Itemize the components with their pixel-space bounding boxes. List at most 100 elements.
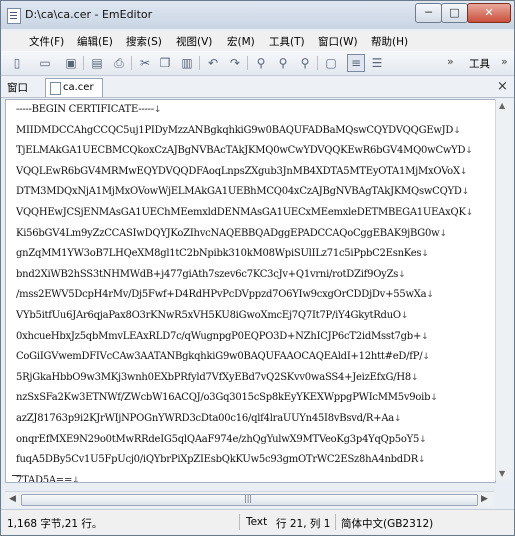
status-separator <box>239 514 240 530</box>
tab-ca-cer[interactable]: ca.cer <box>45 78 103 97</box>
line-end-marker-icon: ↓ <box>421 331 429 342</box>
highlight-icon[interactable]: ▢ <box>323 55 339 71</box>
wrap-none-icon[interactable]: ≡ <box>347 54 365 72</box>
document-icon <box>7 8 21 24</box>
tools-toolbar-label[interactable]: 工具 <box>469 56 490 71</box>
menu-file[interactable]: 文件(F) <box>29 34 64 49</box>
toolbar-separator <box>83 56 84 70</box>
line-text: bnd2XiWB2hSS3tNHMWdB+j477giAth7szev6c7KC… <box>16 268 399 280</box>
status-bar: 1,168 字节,21 行。 Text 行 21, 列 1 简体中文(GB231… <box>1 509 514 534</box>
line-text: -----BEGIN CERTIFICATE----- <box>16 104 154 115</box>
editor-line[interactable]: CoGiIGVwemDFIVcCAw3AATANBgkqhkiG9w0BAQUF… <box>16 347 494 368</box>
line-end-marker-icon: ↓ <box>459 166 468 177</box>
close-tab-icon[interactable]: × <box>497 79 508 94</box>
line-end-marker-icon: ↓ <box>430 393 438 404</box>
window-list-label[interactable]: 窗口 <box>7 80 28 95</box>
editor-line[interactable]: gnZqMM1YW3oB7LHQeXM8gl1tC2bNpibk310kM08W… <box>16 244 494 265</box>
editor-line[interactable]: 7TAD5A==↓ <box>16 471 494 483</box>
minimize-button[interactable]: ─ <box>415 3 442 23</box>
line-text: onqrEfMXE9N29o0tMwRRdeIG5qlQAaF974e/zhQg… <box>16 433 420 445</box>
line-text: 5RjGkaHbbO9w3MKj3wnh0EXbPRfyld7VfXyEBd7v… <box>16 371 411 383</box>
paste-icon[interactable]: ▥ <box>179 55 195 71</box>
editor-line[interactable]: DTM3MDQxNjA1MjMxOVowWjELMAkGA1UEBhMCQ04x… <box>16 182 494 203</box>
scroll-left-arrow-icon[interactable]: ◀ <box>9 494 16 504</box>
editor-line[interactable]: 0xhcueHbxJz5qbMmvLEAxRLD7c/qWugnpgP0EQPO… <box>16 327 494 348</box>
save-icon[interactable]: ▣ <box>63 55 79 71</box>
editor-window: D:\ca\ca.cer - EmEditor ─ □ ✕ 文件(F) 编辑(E… <box>0 0 515 536</box>
line-end-marker-icon: ↓ <box>400 310 409 321</box>
line-text: azZJ81763p9i2KJrWIjNPOGnYWRD3cDta00c16/q… <box>16 412 395 424</box>
editor-line[interactable]: azZJ81763p9i2KJrWIjNPOGnYWRD3cDta00c16/q… <box>16 409 494 430</box>
line-end-marker-icon: ↓ <box>465 207 474 218</box>
line-text: 7TAD5A== <box>16 474 73 483</box>
line-text: TjELMAkGA1UECBMCQkoxCzAJBgNVBAcTAkJKMQ0w… <box>16 145 466 157</box>
menu-search[interactable]: 搜索(S) <box>126 34 162 49</box>
editor-line[interactable]: VQQHEwJCSjENMAsGA1UEChMEemxldDENMAsGA1UE… <box>16 203 494 224</box>
editor-line[interactable]: onqrEfMXE9N29o0tMwRRdeIG5qlQAaF974e/zhQg… <box>16 430 494 451</box>
find-icon[interactable]: ⚲ <box>253 55 269 71</box>
editor-line[interactable]: -----BEGIN CERTIFICATE-----↓ <box>16 100 494 121</box>
maximize-button[interactable]: □ <box>441 3 468 23</box>
status-position: 行 21, 列 1 <box>276 518 331 530</box>
tab-bar: 窗口 ca.cer × <box>1 77 514 98</box>
line-end-marker-icon: ↓ <box>394 413 402 424</box>
line-text: VQQLEwR6bGV4MRMwEQYDVQQDFAoqLnpsZXgub3Jn… <box>16 165 460 177</box>
menu-help[interactable]: 帮助(H) <box>371 34 408 49</box>
editor-line[interactable]: 5RjGkaHbbO9w3MKj3wnh0EXbPRfyld7VfXyEBd7v… <box>16 368 494 389</box>
toolbar: ▯ ▭ ▣ ▤ ⎙ ✂ ❐ ▥ ↶ ↷ ⚲ ⚲ ⚲ ▢ ≡ ☰ » 工具 » <box>1 51 514 76</box>
menu-view[interactable]: 视图(V) <box>176 34 212 49</box>
horizontal-scroll-thumb[interactable]: ||| <box>21 494 478 506</box>
editor-line[interactable]: VQQLEwR6bGV4MRMwEQYDVQQDFAoqLnpsZXgub3Jn… <box>16 162 494 183</box>
menu-macro[interactable]: 宏(M) <box>227 34 255 49</box>
line-text: Ki56bGV4Lm9yZzCCASIwDQYJKoZIhvcNAQEBBQAD… <box>16 227 440 239</box>
editor-line[interactable]: VYb5itfUu6JAr6qjaPax8O3rKNwR5xVH5KU8iGwo… <box>16 306 494 327</box>
new-file-icon[interactable]: ▯ <box>9 55 25 71</box>
line-end-marker-icon: ↓ <box>421 249 429 260</box>
editor-line[interactable]: /mss2EWV5DcpH4rMv/Dj5Fwf+D4RdHPvPcDVppzd… <box>16 285 494 306</box>
toolbar-overflow-chevron-icon[interactable]: » <box>447 55 454 68</box>
text-editor[interactable]: -----BEGIN CERTIFICATE-----↓ MIIDMDCCAhgC… <box>5 99 496 483</box>
editor-line[interactable]: Ki56bGV4Lm9yZzCCASIwDQYJKoZIhvcNAQEBBQAD… <box>16 224 494 245</box>
tab-label: ca.cer <box>63 82 94 93</box>
save-all-icon[interactable]: ▤ <box>89 55 105 71</box>
menu-edit[interactable]: 编辑(E) <box>77 34 113 49</box>
replace-icon[interactable]: ⚲ <box>297 55 313 71</box>
line-end-marker-icon: ↓ <box>419 434 427 445</box>
cut-icon[interactable]: ✂ <box>137 55 153 71</box>
editor-line[interactable]: fuqA5DBy5Cv1U5FpUcj0/iQYbrPiXpZIEsbQkKUw… <box>16 450 494 471</box>
line-text: MIIDMDCCAhgCCQC5uj1PIDyMzzANBgkqhkiG9w0B… <box>16 124 454 136</box>
copy-icon[interactable]: ❐ <box>157 55 173 71</box>
scroll-up-arrow-icon[interactable]: ▲ <box>499 101 505 110</box>
redo-icon[interactable]: ↷ <box>227 55 243 71</box>
editor-line[interactable]: MIIDMDCCAhgCCQC5uj1PIDyMzzANBgkqhkiG9w0B… <box>16 121 494 142</box>
window-title: D:\ca\ca.cer - EmEditor <box>25 8 153 21</box>
scroll-down-arrow-icon[interactable]: ▼ <box>499 469 505 478</box>
line-end-marker-icon: ↓ <box>426 290 434 301</box>
editor-lines: -----BEGIN CERTIFICATE-----↓ MIIDMDCCAhgC… <box>16 100 494 483</box>
editor-line[interactable]: TjELMAkGA1UECBMCQkoxCzAJBgNVBAcTAkJKMQ0w… <box>16 141 494 162</box>
wrap-window-icon[interactable]: ☰ <box>369 55 385 71</box>
line-end-marker-icon: ↓ <box>465 146 473 157</box>
editor-line[interactable]: nzSxSFa2Kw3ETNWf/ZWcbW16ACQJ/o3Gq3015cSp… <box>16 388 494 409</box>
toolbar-separator <box>131 56 132 70</box>
undo-icon[interactable]: ↶ <box>205 55 221 71</box>
open-icon[interactable]: ▭ <box>37 55 53 71</box>
line-text: CoGiIGVwemDFIVcCAw3AATANBgkqhkiG9w0BAQUF… <box>16 351 423 363</box>
find-next-icon[interactable]: ⚲ <box>275 55 291 71</box>
title-bar[interactable]: D:\ca\ca.cer - EmEditor ─ □ ✕ <box>1 1 514 29</box>
status-encoding: 简体中文(GB2312) <box>341 518 434 530</box>
tools-overflow-chevron-icon[interactable]: » <box>501 55 508 68</box>
line-end-marker-icon: ↓ <box>422 352 430 363</box>
close-button[interactable]: ✕ <box>467 3 511 23</box>
line-end-marker-icon: ↓ <box>153 105 162 115</box>
menu-tools[interactable]: 工具(T) <box>269 34 305 49</box>
scroll-right-arrow-icon[interactable]: ▶ <box>481 494 488 504</box>
print-icon[interactable]: ⎙ <box>111 55 127 71</box>
line-text: fuqA5DBy5Cv1U5FpUcj0/iQYbrPiXpZIEsbQkKUw… <box>16 454 418 466</box>
line-end-marker-icon: ↓ <box>72 475 80 483</box>
vertical-scrollbar[interactable]: ▲ ▼ <box>495 99 512 481</box>
horizontal-scrollbar[interactable]: ◀ ||| ▶ <box>5 491 494 507</box>
menu-window[interactable]: 窗口(W) <box>318 34 358 49</box>
editor-line[interactable]: bnd2XiWB2hSS3tNHMWdB+j477giAth7szev6c7KC… <box>16 265 494 286</box>
line-end-marker-icon: ↓ <box>453 125 461 136</box>
